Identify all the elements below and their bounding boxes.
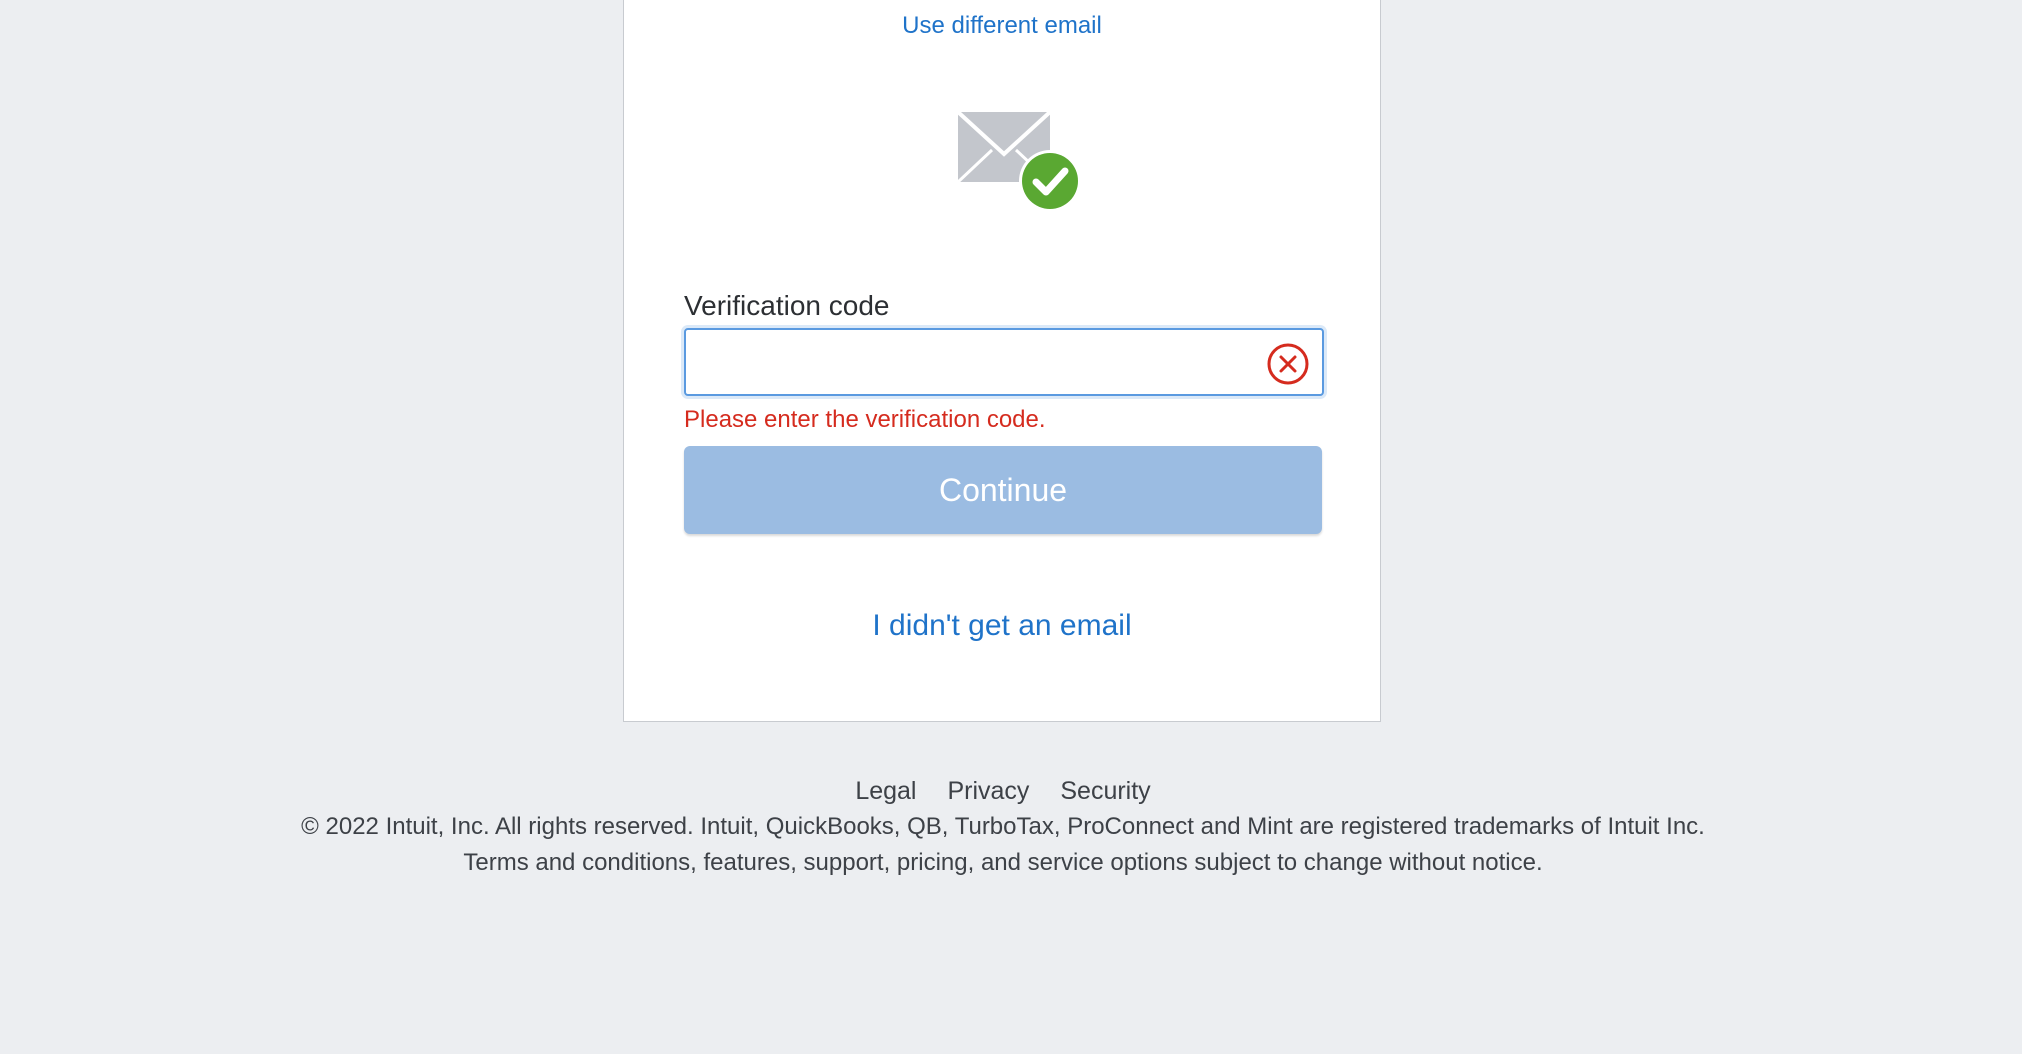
footer-link-security[interactable]: Security (1060, 777, 1150, 805)
verification-code-field (684, 328, 1324, 396)
envelope-with-check-icon (956, 110, 1082, 214)
verification-code-input[interactable] (700, 338, 1244, 388)
didnt-get-email-link[interactable]: I didn't get an email (623, 606, 1381, 646)
continue-button[interactable]: Continue (684, 446, 1322, 534)
clear-x-circle-icon[interactable] (1266, 342, 1310, 386)
footer-terms: Terms and conditions, features, support,… (463, 849, 1543, 876)
footer-copyright: © 2022 Intuit, Inc. All rights reserved.… (301, 813, 1705, 840)
page: Use different email Verification code Pl… (0, 0, 2022, 1054)
footer-links: Legal Privacy Security (0, 774, 2006, 808)
use-different-email-link[interactable]: Use different email (623, 10, 1381, 42)
verification-error-message: Please enter the verification code. (684, 406, 1046, 433)
footer-link-privacy[interactable]: Privacy (947, 777, 1029, 805)
footer-link-legal[interactable]: Legal (855, 777, 916, 805)
verification-code-label: Verification code (684, 290, 890, 321)
